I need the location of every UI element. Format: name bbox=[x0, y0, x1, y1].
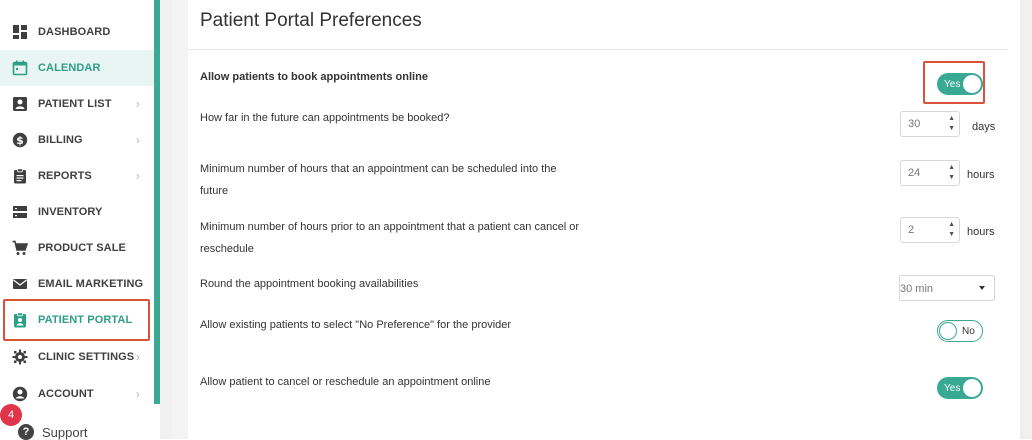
chevron-right-icon: › bbox=[135, 133, 140, 147]
portal-icon bbox=[12, 312, 28, 328]
sidebar-item-billing[interactable]: $ BILLING › bbox=[0, 122, 154, 158]
sidebar-item-label: REPORTS bbox=[38, 170, 92, 182]
sidebar-item-calendar[interactable]: CALENDAR bbox=[0, 50, 154, 86]
stepper-value: 30 bbox=[908, 118, 921, 130]
cart-icon bbox=[12, 240, 28, 256]
chevron-right-icon: › bbox=[135, 97, 140, 111]
min-hours-schedule-label-line2: future bbox=[200, 185, 229, 197]
clipboard-icon bbox=[12, 168, 28, 184]
toggle-knob bbox=[939, 322, 957, 340]
min-hours-cancel-label-line2: reschedule bbox=[200, 243, 254, 255]
sidebar-item-patient-portal[interactable]: PATIENT PORTAL bbox=[0, 302, 154, 338]
sidebar-item-reports[interactable]: REPORTS › bbox=[0, 158, 154, 194]
divider bbox=[188, 49, 1008, 50]
sidebar-item-product-sale[interactable]: PRODUCT SALE bbox=[0, 230, 154, 266]
cancel-online-label: Allow patient to cancel or reschedule an… bbox=[200, 376, 491, 388]
sidebar-item-clinic-settings[interactable]: CLINIC SETTINGS › bbox=[0, 339, 154, 375]
no-preference-label: Allow existing patients to select "No Pr… bbox=[200, 319, 512, 331]
help-icon: ? bbox=[18, 424, 34, 440]
sidebar-item-label: ACCOUNT bbox=[38, 388, 94, 400]
chevron-down-icon bbox=[979, 286, 985, 290]
gear-icon bbox=[12, 349, 28, 365]
sidebar-item-email-marketing[interactable]: EMAIL MARKETING bbox=[0, 266, 154, 302]
stepper-arrows-icon[interactable]: ▲ ▼ bbox=[948, 220, 955, 240]
sidebar-item-label: PRODUCT SALE bbox=[38, 242, 126, 254]
sidebar-scroll-track bbox=[160, 0, 172, 439]
no-preference-toggle[interactable]: No bbox=[937, 320, 983, 342]
round-availability-select[interactable]: 30 min bbox=[899, 275, 995, 301]
dollar-icon: $ bbox=[12, 132, 28, 148]
sidebar-item-patient-list[interactable]: PATIENT LIST › bbox=[0, 86, 154, 122]
min-hours-cancel-stepper[interactable]: 2 ▲ ▼ bbox=[900, 217, 960, 243]
min-hours-cancel-unit: hours bbox=[967, 226, 995, 238]
page-scrollbar[interactable] bbox=[1021, 0, 1032, 439]
page-title: Patient Portal Preferences bbox=[200, 10, 422, 31]
sidebar: DASHBOARD CALENDAR PATIENT LIST › $ BILL… bbox=[0, 0, 154, 440]
min-hours-schedule-unit: hours bbox=[967, 169, 995, 181]
booking-horizon-unit: days bbox=[972, 121, 996, 133]
chevron-right-icon: › bbox=[135, 387, 140, 401]
sidebar-item-label: BILLING bbox=[38, 134, 83, 146]
support-label: Support bbox=[42, 424, 88, 440]
sidebar-item-label: INVENTORY bbox=[38, 206, 103, 218]
notification-badge[interactable]: 4 bbox=[0, 404, 22, 426]
toggle-knob bbox=[963, 379, 981, 397]
calendar-icon bbox=[12, 60, 28, 76]
sidebar-item-label: CLINIC SETTINGS bbox=[38, 351, 135, 363]
stepper-value: 2 bbox=[908, 224, 915, 236]
sidebar-item-dashboard[interactable]: DASHBOARD bbox=[0, 14, 154, 50]
select-value: 30 min bbox=[900, 283, 934, 295]
online-booking-label: Allow patients to book appointments onli… bbox=[200, 71, 428, 83]
online-booking-highlight bbox=[923, 61, 985, 104]
toggle-label: No bbox=[962, 325, 975, 337]
patient-list-icon bbox=[12, 96, 28, 112]
sidebar-item-account[interactable]: ACCOUNT › bbox=[0, 376, 154, 412]
sidebar-item-label: PATIENT PORTAL bbox=[38, 314, 133, 326]
preferences-card: Patient Portal Preferences Allow patient… bbox=[188, 0, 1020, 439]
booking-horizon-label: How far in the future can appointments b… bbox=[200, 112, 450, 124]
chevron-right-icon: › bbox=[135, 169, 140, 183]
stepper-value: 24 bbox=[908, 167, 921, 179]
sidebar-item-label: PATIENT LIST bbox=[38, 98, 112, 110]
sidebar-item-label: DASHBOARD bbox=[38, 26, 111, 38]
mail-icon bbox=[12, 276, 28, 292]
stepper-arrows-icon[interactable]: ▲ ▼ bbox=[948, 114, 955, 134]
chevron-right-icon: › bbox=[135, 350, 140, 364]
support-link[interactable]: ? Support bbox=[18, 424, 88, 440]
svg-text:$: $ bbox=[16, 134, 24, 147]
min-hours-schedule-stepper[interactable]: 24 ▲ ▼ bbox=[900, 160, 960, 186]
dashboard-icon bbox=[12, 24, 28, 40]
stepper-arrows-icon[interactable]: ▲ ▼ bbox=[948, 163, 955, 183]
round-availability-label: Round the appointment booking availabili… bbox=[200, 278, 419, 290]
min-hours-cancel-label-line1: Minimum number of hours prior to an appo… bbox=[200, 221, 580, 233]
main-content: Patient Portal Preferences Allow patient… bbox=[172, 0, 1032, 439]
sidebar-item-label: CALENDAR bbox=[38, 62, 101, 74]
booking-horizon-stepper[interactable]: 30 ▲ ▼ bbox=[900, 111, 960, 137]
toggle-label: Yes bbox=[944, 382, 961, 394]
cancel-online-toggle[interactable]: Yes bbox=[937, 377, 983, 399]
sidebar-item-label: EMAIL MARKETING bbox=[38, 278, 144, 290]
account-icon bbox=[12, 386, 28, 402]
min-hours-schedule-label-line1: Minimum number of hours that an appointm… bbox=[200, 163, 557, 175]
sidebar-item-inventory[interactable]: INVENTORY bbox=[0, 194, 154, 230]
inventory-icon bbox=[12, 204, 28, 220]
